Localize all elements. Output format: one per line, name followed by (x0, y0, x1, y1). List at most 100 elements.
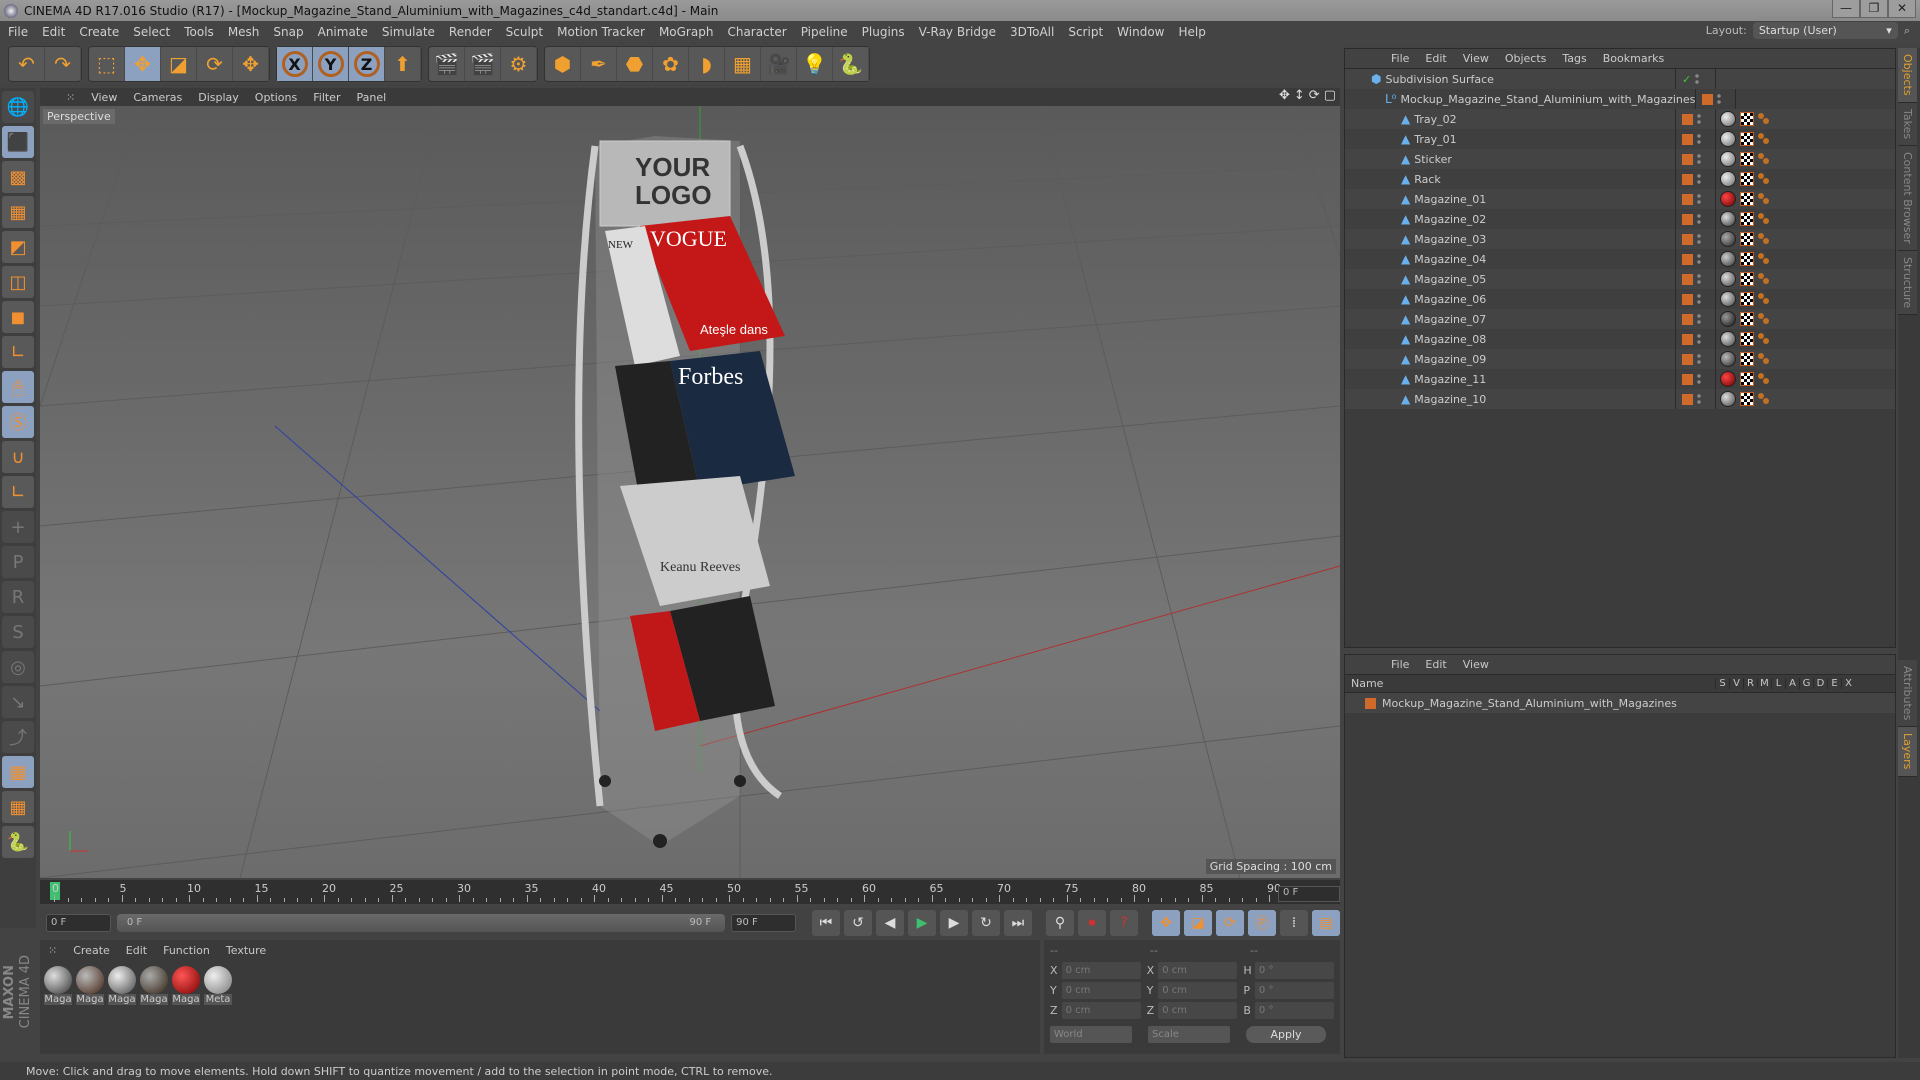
object-row[interactable]: ▲ Tray_01 (1345, 129, 1895, 149)
object-menu-view[interactable]: View (1463, 52, 1489, 65)
go-to-start-button[interactable]: ⏮ (811, 910, 840, 936)
phong-tag-icon[interactable] (1758, 273, 1770, 285)
uvw-tag-icon[interactable] (1740, 312, 1754, 326)
material-tag-icon[interactable] (1720, 311, 1736, 327)
menu-create[interactable]: Create (79, 25, 119, 39)
object-row[interactable]: ▲ Rack (1345, 169, 1895, 189)
model-mode-tool[interactable]: ⬛ (2, 126, 34, 158)
layer-column-e[interactable]: E (1827, 678, 1841, 689)
menu-snap[interactable]: Snap (273, 25, 303, 39)
side-tab-structure[interactable]: Structure (1898, 250, 1917, 315)
menu-mesh[interactable]: Mesh (228, 25, 260, 39)
object-row[interactable]: ▲ Magazine_04 (1345, 249, 1895, 269)
phong-tag-icon[interactable] (1758, 193, 1770, 205)
layout-dropdown[interactable]: Startup (User) (1752, 22, 1898, 39)
deformer-button[interactable]: ◗ (689, 47, 725, 81)
ik-target-tool[interactable]: ◎ (2, 651, 34, 683)
menu-character[interactable]: Character (727, 25, 786, 39)
orbit-icon[interactable]: ⟳ (1309, 88, 1320, 103)
layer-color-swatch[interactable] (1682, 113, 1693, 125)
texture-mode-tool[interactable]: ▩ (2, 161, 34, 193)
uvw-tag-icon[interactable] (1740, 332, 1754, 346)
maximize-button[interactable]: ❐ (1860, 0, 1888, 18)
visibility-dots[interactable] (1717, 93, 1722, 105)
layer-column-v[interactable]: V (1729, 678, 1743, 689)
uvw-tag-icon[interactable] (1740, 392, 1754, 406)
visibility-dots[interactable] (1697, 133, 1701, 145)
layer-color-swatch[interactable] (1682, 233, 1693, 245)
material-menu-function[interactable]: Function (163, 944, 210, 957)
position-z-field[interactable]: 0 cm (1061, 1001, 1141, 1019)
visibility-dots[interactable] (1697, 373, 1701, 385)
material-tag-icon[interactable] (1720, 371, 1736, 387)
current-frame-field[interactable]: 0 F (1278, 886, 1340, 902)
layer-column-r[interactable]: R (1743, 678, 1757, 689)
material-tag-icon[interactable] (1720, 131, 1736, 147)
menu-edit[interactable]: Edit (42, 25, 65, 39)
material-tag-icon[interactable] (1720, 171, 1736, 187)
points-mode-tool[interactable]: ◩ (2, 231, 34, 263)
cube-button[interactable]: ⬢ (545, 47, 581, 81)
phong-tag-icon[interactable] (1758, 113, 1770, 125)
phong-tag-icon[interactable] (1758, 353, 1770, 365)
menu-window[interactable]: Window (1117, 25, 1164, 39)
visibility-dots[interactable] (1697, 253, 1701, 265)
rotation-b-field[interactable]: 0 ° (1254, 1001, 1335, 1019)
tweak-mode-tool[interactable]: 🖱 (2, 371, 34, 403)
light-button[interactable]: 💡 (797, 47, 833, 81)
ik-pole-tool[interactable]: ↘ (2, 686, 34, 718)
object-row[interactable]: ▲ Magazine_10 (1345, 389, 1895, 409)
layer-column-d[interactable]: D (1813, 678, 1827, 689)
coord-transform-dropdown[interactable]: Scale (1148, 1025, 1230, 1043)
visibility-dots[interactable] (1697, 313, 1701, 325)
layer-menu-view[interactable]: View (1463, 658, 1489, 671)
menu-simulate[interactable]: Simulate (382, 25, 435, 39)
menu-pipeline[interactable]: Pipeline (801, 25, 848, 39)
material-menu-texture[interactable]: Texture (226, 944, 266, 957)
phong-tag-icon[interactable] (1758, 393, 1770, 405)
subdivision-button[interactable]: ⬣ (617, 47, 653, 81)
side-tab-layers[interactable]: Layers (1898, 727, 1917, 777)
material-tag-icon[interactable] (1720, 291, 1736, 307)
layer-color-swatch[interactable] (1682, 193, 1693, 205)
coord-mode-dropdown[interactable]: World (1050, 1025, 1132, 1043)
dolly-icon[interactable]: ↕ (1294, 88, 1305, 103)
object-row[interactable]: ▲ Magazine_07 (1345, 309, 1895, 329)
key-rotation-button[interactable]: ⟳ (1215, 910, 1244, 936)
viewport-menu-panel[interactable]: Panel (356, 91, 386, 104)
render-view-button[interactable]: 🎬 (429, 47, 465, 81)
material-tag-icon[interactable] (1720, 391, 1736, 407)
visibility-dots[interactable] (1697, 333, 1701, 345)
viewport-menu-filter[interactable]: Filter (313, 91, 340, 104)
visibility-dots[interactable] (1697, 173, 1701, 185)
layer-color-swatch[interactable] (1365, 697, 1376, 709)
cloner-button[interactable]: ✿ (653, 47, 689, 81)
visibility-dots[interactable] (1697, 293, 1701, 305)
minimize-button[interactable]: — (1832, 0, 1860, 18)
material-menu-create[interactable]: Create (73, 944, 110, 957)
object-menu-tags[interactable]: Tags (1562, 52, 1586, 65)
object-row[interactable]: ▲ Magazine_11 (1345, 369, 1895, 389)
layer-color-swatch[interactable] (1682, 373, 1693, 385)
layer-color-swatch[interactable] (1702, 93, 1714, 105)
layer-color-swatch[interactable] (1682, 333, 1693, 345)
ik-goal-tool[interactable]: ⤴ (2, 721, 34, 753)
rotate-button[interactable]: ⟳ (197, 47, 233, 81)
key-parameter-button[interactable]: Ⓟ (1247, 910, 1276, 936)
phong-tag-icon[interactable] (1758, 133, 1770, 145)
object-row[interactable]: ▲ Magazine_01 (1345, 189, 1895, 209)
visibility-dots[interactable] (1697, 113, 1701, 125)
layer-color-swatch[interactable] (1682, 293, 1693, 305)
rotation-p-field[interactable]: 0 ° (1254, 981, 1335, 999)
viewport-menu-view[interactable]: View (91, 91, 117, 104)
camera-button[interactable]: 🎥 (761, 47, 797, 81)
material-tag-icon[interactable] (1720, 151, 1736, 167)
scale-y-field[interactable]: 0 cm (1158, 981, 1238, 999)
menu-select[interactable]: Select (133, 25, 170, 39)
uvw-tag-icon[interactable] (1740, 352, 1754, 366)
side-tab-attributes[interactable]: Attributes (1898, 660, 1917, 728)
axis-mode-tool[interactable]: ∟ (2, 336, 34, 368)
apply-button[interactable]: Apply (1246, 1025, 1326, 1043)
floor-button[interactable]: ▦ (725, 47, 761, 81)
keyframe-selection-button[interactable]: ? (1109, 910, 1138, 936)
